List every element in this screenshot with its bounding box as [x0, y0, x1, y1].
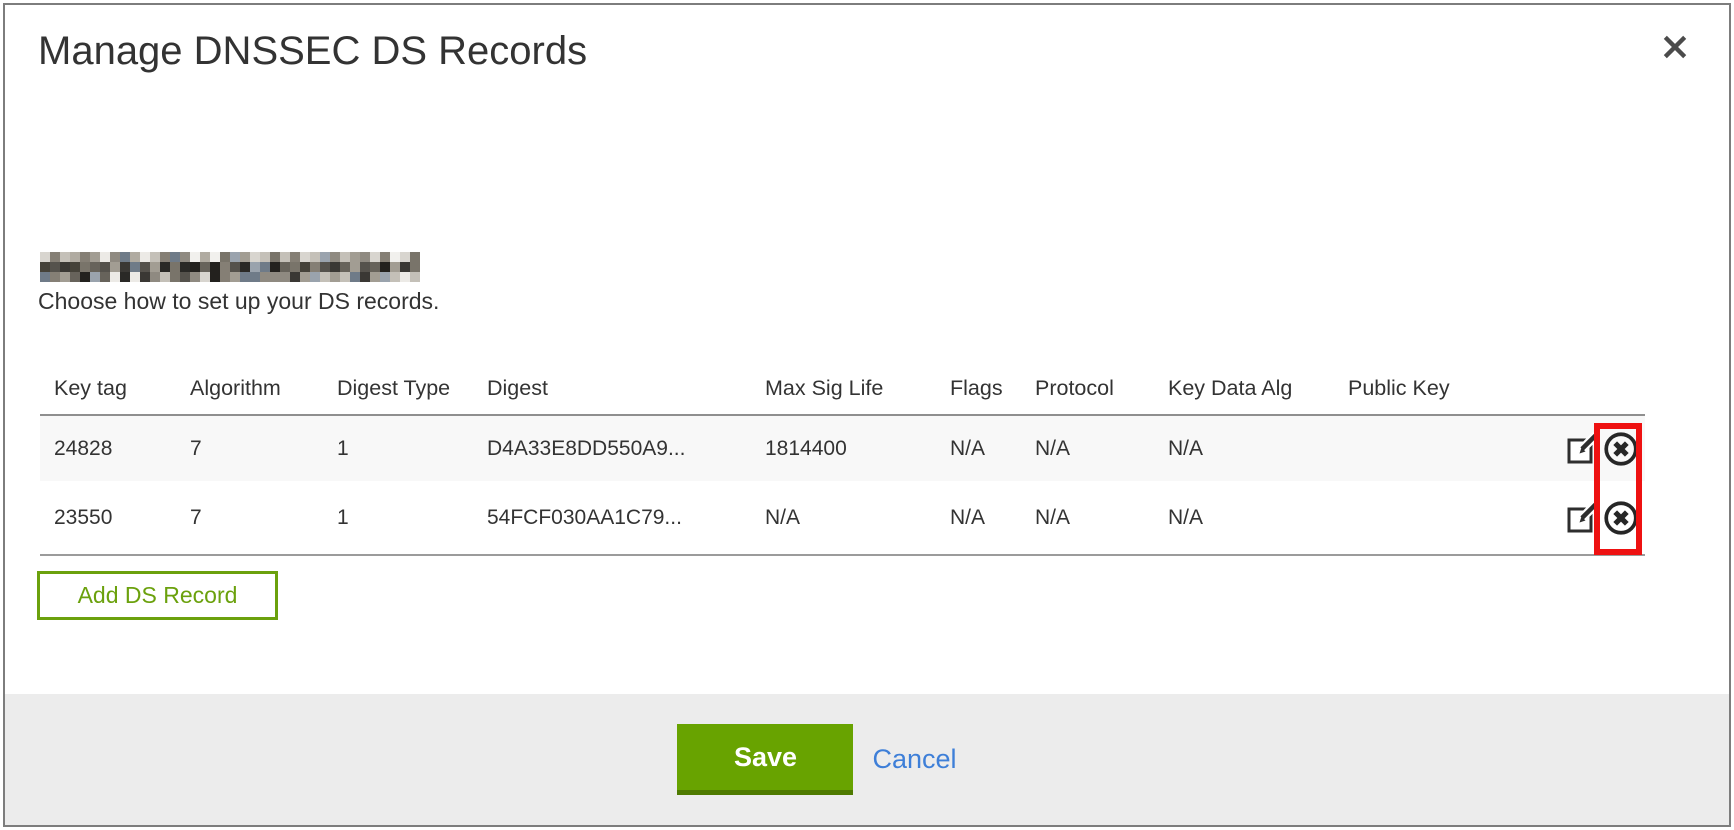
table-cell: 7 — [177, 415, 324, 481]
table-cell: N/A — [937, 415, 1022, 481]
close-icon — [1661, 49, 1689, 64]
delete-icon — [1602, 499, 1640, 537]
column-header: Flags — [937, 363, 1022, 415]
column-header: Public Key — [1335, 363, 1555, 415]
table-row: 2482871D4A33E8DD550A9...1814400N/AN/AN/A — [40, 415, 1645, 481]
delete-record-button[interactable] — [1601, 429, 1641, 469]
table-cell: 1 — [324, 481, 474, 555]
table-cell: N/A — [937, 481, 1022, 555]
table-cell: 54FCF030AA1C79... — [474, 481, 752, 555]
table-cell: 23550 — [40, 481, 177, 555]
table-cell: 7 — [177, 481, 324, 555]
close-button[interactable] — [1659, 31, 1691, 63]
instruction-text: Choose how to set up your DS records. — [38, 288, 439, 315]
edit-icon — [1565, 432, 1599, 466]
column-header: Protocol — [1022, 363, 1155, 415]
column-header: Key Data Alg — [1155, 363, 1335, 415]
table-header-row: Key tagAlgorithmDigest TypeDigestMax Sig… — [40, 363, 1645, 415]
table-cell: 1 — [324, 415, 474, 481]
row-actions-cell — [1555, 481, 1645, 555]
page-title: Manage DNSSEC DS Records — [38, 29, 587, 74]
ds-records-table: Key tagAlgorithmDigest TypeDigestMax Sig… — [40, 363, 1645, 556]
table-row: 235507154FCF030AA1C79...N/AN/AN/AN/A — [40, 481, 1645, 555]
table-cell: 1814400 — [752, 415, 937, 481]
table-cell: N/A — [1022, 481, 1155, 555]
table-cell: N/A — [1155, 481, 1335, 555]
save-button[interactable]: Save — [677, 724, 853, 795]
table-cell — [1335, 481, 1555, 555]
table-cell: N/A — [1022, 415, 1155, 481]
column-header: Algorithm — [177, 363, 324, 415]
edit-record-button[interactable] — [1564, 431, 1600, 467]
delete-record-button[interactable] — [1601, 498, 1641, 538]
table-cell: D4A33E8DD550A9... — [474, 415, 752, 481]
modal-footer: Save Cancel — [5, 694, 1729, 825]
table-cell: N/A — [752, 481, 937, 555]
add-ds-record-button[interactable]: Add DS Record — [37, 571, 278, 620]
delete-icon — [1602, 430, 1640, 468]
column-header: Key tag — [40, 363, 177, 415]
redacted-domain-name — [40, 252, 420, 282]
column-header: Digest — [474, 363, 752, 415]
manage-dnssec-modal: Manage DNSSEC DS Records Choose how to s… — [3, 3, 1731, 827]
row-actions-cell — [1555, 415, 1645, 481]
edit-icon — [1565, 501, 1599, 535]
cancel-link[interactable]: Cancel — [872, 744, 956, 775]
table-cell: 24828 — [40, 415, 177, 481]
edit-record-button[interactable] — [1564, 500, 1600, 536]
column-header: Digest Type — [324, 363, 474, 415]
table-cell: N/A — [1155, 415, 1335, 481]
column-header: Max Sig Life — [752, 363, 937, 415]
table-body: 2482871D4A33E8DD550A9...1814400N/AN/AN/A… — [40, 415, 1645, 555]
table-cell — [1335, 415, 1555, 481]
column-header-actions — [1555, 363, 1645, 415]
